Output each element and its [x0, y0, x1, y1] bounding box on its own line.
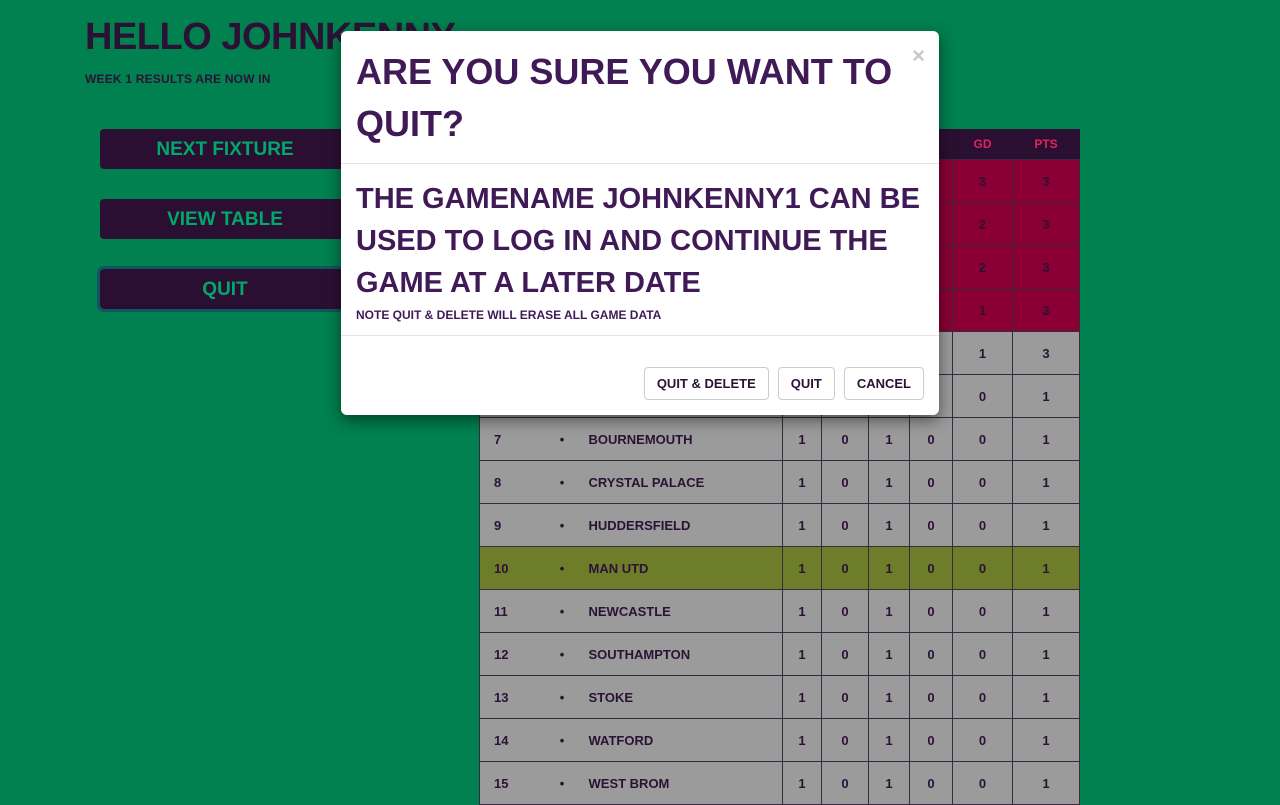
dialog-quit-button[interactable]: QUIT: [777, 367, 835, 400]
dialog-body: THE GAMENAME JOHNKENNY1 CAN BE USED TO L…: [341, 164, 939, 336]
dialog-footer: QUIT & DELETE QUIT CANCEL: [643, 367, 924, 400]
dialog-message: THE GAMENAME JOHNKENNY1 CAN BE USED TO L…: [356, 183, 920, 299]
quit-confirm-dialog: ARE YOU SURE YOU WANT TO QUIT? × THE GAM…: [341, 31, 939, 415]
quit-delete-button[interactable]: QUIT & DELETE: [643, 367, 769, 400]
dialog-title: ARE YOU SURE YOU WANT TO QUIT?: [356, 51, 893, 144]
dialog-header: ARE YOU SURE YOU WANT TO QUIT? ×: [341, 31, 939, 164]
dialog-note: NOTE QUIT & DELETE WILL ERASE ALL GAME D…: [356, 308, 662, 322]
cancel-button[interactable]: CANCEL: [843, 367, 924, 400]
close-icon[interactable]: ×: [912, 43, 925, 69]
